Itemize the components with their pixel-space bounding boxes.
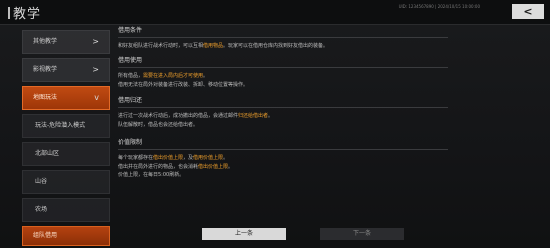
text-run: 队伍解散时，借品也会还给借出者。	[118, 121, 199, 128]
text-run: 。玩家可以在借用仓库内找到好友借出的装备。	[223, 43, 329, 49]
tutorial-content: 借用条件 和好友组队进行战术行动时，可以互相借用物品。玩家可以在借用仓库内找到好…	[118, 26, 538, 226]
section-value-limit: 价值限制 每个玩家都存在借出价值上限，及借用价值上限。 借出并在局外进行的物品，…	[118, 138, 538, 180]
section-borrow-conditions: 借用条件 和好友组队进行战术行动时，可以互相借用物品。玩家可以在借用仓库内找到好…	[118, 26, 538, 51]
text-run: 。	[268, 113, 274, 119]
back-button[interactable]: <	[512, 4, 544, 19]
section-divider	[118, 149, 448, 150]
top-bar: 教学 UID: 1234567890 | 2024/10/15 10:00:00…	[0, 0, 550, 25]
section-body: 进行过一次战术行动后，成功撤出的借品，会通过邮件归还给借出者。 队伍解散时，借品…	[118, 112, 538, 129]
body-line: 所有借品，需要在进入局内后才可使用。	[118, 72, 538, 81]
next-button[interactable]: 下一条	[320, 228, 404, 240]
text-run: 价值上限，在每日5:00刷新。	[118, 172, 185, 178]
chevron-right-icon: >	[92, 65, 99, 74]
sidebar-item-label: 影视教学	[33, 66, 58, 73]
highlight-text: 借用价值上限	[193, 155, 224, 161]
section-title: 借用条件	[118, 27, 143, 34]
sidebar-item-valley[interactable]: 山谷	[22, 170, 110, 194]
tutorial-sidebar: 其他教学 > 影视教学 > 地图玩法 v 玩法-危险潜入模式 北部山区 山谷 农…	[22, 26, 110, 248]
section-borrow-return: 借用归还 进行过一次战术行动后，成功撤出的借品，会通过邮件归还给借出者。 队伍解…	[118, 96, 538, 129]
text-run: 进行过一次战术行动后，成功撤出的借品，会通过邮件	[118, 113, 239, 119]
body-line: 每个玩家都存在借出价值上限，及借用价值上限。	[118, 154, 538, 163]
back-arrow-icon: <	[523, 5, 533, 18]
sidebar-item-video-tutorial[interactable]: 影视教学 >	[22, 58, 110, 82]
tutorial-screen: 教学 UID: 1234567890 | 2024/10/15 10:00:00…	[0, 0, 550, 248]
text-run: 。	[203, 73, 209, 79]
body-line: 队伍解散时，借品也会还给借出者。	[118, 121, 538, 130]
sidebar-item-label: 北部山区	[35, 150, 60, 157]
highlight-text: 需要在进入局内后才可使用	[143, 73, 204, 79]
chevron-right-icon: >	[92, 37, 99, 46]
section-title: 借用使用	[118, 57, 143, 64]
highlight-text: 借用物品	[203, 43, 224, 49]
sidebar-item-label: 其他教学	[33, 38, 58, 45]
section-title: 价值限制	[118, 139, 143, 146]
title-bar-mark	[8, 7, 10, 19]
body-line: 价值上限，在每日5:00刷新。	[118, 171, 538, 180]
sidebar-item-team-borrow[interactable]: 组队借用	[22, 226, 110, 246]
section-body: 所有借品，需要在进入局内后才可使用。 借用无法在局外对装备进行改装、拆卸、移动位…	[118, 72, 538, 89]
section-title: 借用归还	[118, 97, 143, 104]
highlight-text: 归还给借出者	[238, 113, 269, 119]
page-title: 教学	[8, 3, 41, 22]
text-run: ，及	[183, 155, 194, 161]
text-run: 所有借品，	[118, 73, 144, 79]
chevron-down-icon: v	[94, 93, 99, 102]
previous-button[interactable]: 上一条	[202, 228, 286, 240]
page-title-text: 教学	[13, 7, 42, 22]
sidebar-item-label: 玩法-危险潜入模式	[35, 122, 86, 129]
section-borrow-usage: 借用使用 所有借品，需要在进入局内后才可使用。 借用无法在局外对装备进行改装、拆…	[118, 56, 538, 89]
section-divider	[118, 107, 448, 108]
section-body: 每个玩家都存在借出价值上限，及借用价值上限。 借出并在局外进行的物品，也会消耗借…	[118, 154, 538, 180]
sidebar-item-northern-mountains[interactable]: 北部山区	[22, 142, 110, 166]
text-run: 借出并在局外进行的物品，也会消耗	[118, 163, 199, 170]
body-line: 进行过一次战术行动后，成功撤出的借品，会通过邮件归还给借出者。	[118, 112, 538, 121]
text-run: 和好友组队进行战术行动时，可以互相	[118, 43, 204, 49]
sidebar-item-farm[interactable]: 农场	[22, 198, 110, 222]
section-divider	[118, 67, 448, 68]
highlight-text: 借出价值上限	[153, 155, 184, 161]
highlight-text: 借出价值上限	[198, 163, 229, 170]
sidebar-item-label: 山谷	[35, 178, 48, 185]
sidebar-item-label: 地图玩法	[33, 94, 58, 101]
text-run: 。	[228, 163, 234, 170]
body-line: 和好友组队进行战术行动时，可以互相借用物品。玩家可以在借用仓库内找到好友借出的装…	[118, 42, 538, 51]
body-line: 借用无法在局外对装备进行改装、拆卸、移动位置等操作。	[118, 81, 538, 90]
sidebar-item-danger-infiltration[interactable]: 玩法-危险潜入模式	[22, 114, 110, 138]
text-run: 借用无法在局外对装备进行改装、拆卸、移动位置等操作。	[118, 81, 249, 88]
sidebar-item-label: 农场	[35, 206, 48, 213]
text-run: 。	[223, 155, 229, 161]
text-run: 每个玩家都存在	[118, 155, 154, 161]
sidebar-item-other-tutorial[interactable]: 其他教学 >	[22, 30, 110, 54]
section-body: 和好友组队进行战术行动时，可以互相借用物品。玩家可以在借用仓库内找到好友借出的装…	[118, 42, 538, 51]
sidebar-item-label: 组队借用	[33, 232, 58, 239]
sidebar-item-map-gameplay[interactable]: 地图玩法 v	[22, 86, 110, 110]
body-line: 借出并在局外进行的物品，也会消耗借出价值上限。	[118, 163, 538, 172]
section-divider	[118, 37, 448, 38]
session-info: UID: 1234567890 | 2024/10/15 10:00:00	[398, 4, 480, 9]
